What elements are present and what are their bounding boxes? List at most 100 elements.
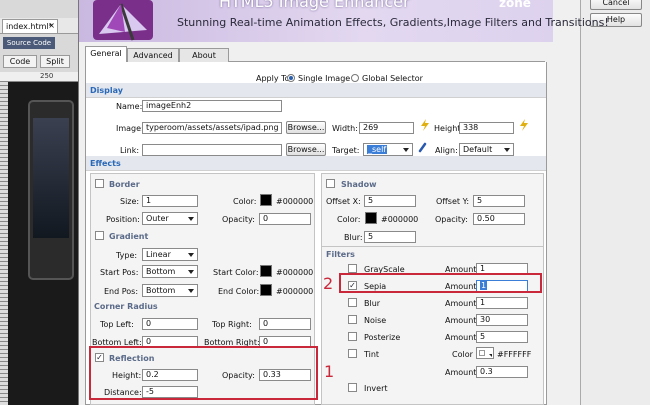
tint-amount-label: Amount xyxy=(445,368,477,377)
side-button-panel: Cancel Help xyxy=(580,0,650,405)
link-label: Link: xyxy=(120,146,140,155)
split-view-button[interactable]: Split xyxy=(40,55,70,68)
posterize-checkbox[interactable] xyxy=(348,332,357,341)
border-position-select[interactable]: Outer xyxy=(142,212,198,225)
gradient-type-select[interactable]: Linear xyxy=(142,248,198,261)
shadow-blur-label: Blur: xyxy=(344,233,363,242)
general-panel: Apply To Single Image Global Selector Di… xyxy=(85,62,547,405)
target-select[interactable]: _self xyxy=(363,143,413,156)
global-selector-label: Global Selector xyxy=(362,74,423,83)
shadow-opacity-input[interactable]: 0.50 xyxy=(473,213,525,225)
noise-amount-input[interactable]: 30 xyxy=(476,314,528,326)
start-color-value: #000000 xyxy=(276,268,314,277)
vertical-ruler xyxy=(0,82,8,405)
image-path-input[interactable]: typeroom/assets/assets/ipad.png xyxy=(142,122,282,134)
end-color-value: #000000 xyxy=(276,287,314,296)
align-label: Align: xyxy=(435,146,458,155)
invert-label: Invert xyxy=(364,384,388,393)
effects-header: Effects xyxy=(90,159,121,168)
invert-checkbox[interactable] xyxy=(348,383,357,392)
filters-title: Filters xyxy=(326,250,355,259)
shadow-blur-input[interactable]: 5 xyxy=(364,231,416,243)
start-pos-label: Start Pos: xyxy=(100,268,139,277)
tint-color-value: #FFFFFF xyxy=(497,350,532,359)
end-color-swatch[interactable] xyxy=(260,284,272,296)
offset-x-input[interactable]: 5 xyxy=(364,195,416,207)
blur-label: Blur xyxy=(364,299,381,308)
align-select[interactable]: Default xyxy=(459,143,514,156)
tint-checkbox[interactable] xyxy=(348,349,357,358)
shadow-color-swatch[interactable] xyxy=(365,212,377,224)
tint-label: Tint xyxy=(364,350,380,359)
lightning-icon[interactable] xyxy=(420,119,430,131)
link-input[interactable] xyxy=(142,144,282,156)
border-size-label: Size: xyxy=(120,197,140,206)
target-value: _self xyxy=(367,145,388,154)
end-pos-select[interactable]: Bottom xyxy=(142,284,198,297)
cancel-button[interactable]: Cancel xyxy=(590,0,642,10)
annotation-number-1: 1 xyxy=(324,362,335,381)
annotation-number-2: 2 xyxy=(323,274,334,293)
gradient-checkbox[interactable] xyxy=(95,231,104,240)
border-color-value: #000000 xyxy=(276,197,314,206)
tint-color-label: Color xyxy=(452,350,473,359)
tint-amount-input[interactable]: 0.3 xyxy=(476,366,528,378)
shadow-checkbox[interactable] xyxy=(326,179,335,188)
image-label: Image: xyxy=(116,124,144,133)
top-left-label: Top Left: xyxy=(100,320,134,329)
lightning-icon[interactable] xyxy=(519,119,529,131)
end-pos-label: End Pos: xyxy=(104,287,139,296)
offset-y-input[interactable]: 5 xyxy=(473,195,525,207)
end-color-label: End Color: xyxy=(218,287,260,296)
horizontal-ruler: 250 xyxy=(0,72,80,82)
display-header: Display xyxy=(90,86,123,95)
width-label: Width: xyxy=(332,124,358,133)
brand-logo: zone xyxy=(499,0,531,10)
source-code-button[interactable]: Source Code xyxy=(3,37,55,49)
grayscale-checkbox[interactable] xyxy=(348,264,357,273)
code-view-button[interactable]: Code xyxy=(3,55,37,68)
noise-checkbox[interactable] xyxy=(348,315,357,324)
tab-general[interactable]: General xyxy=(85,46,127,63)
ruler-mark: 250 xyxy=(40,72,54,80)
tab-advanced[interactable]: Advanced xyxy=(127,48,179,62)
blur-checkbox[interactable] xyxy=(348,298,357,307)
image-browse-button[interactable]: Browse... xyxy=(286,121,326,134)
name-input[interactable]: imageEnh2 xyxy=(142,100,282,112)
target-label: Target: xyxy=(332,146,360,155)
start-color-label: Start Color: xyxy=(213,268,259,277)
tab-bar: General Advanced About xyxy=(85,46,545,63)
start-pos-value: Bottom xyxy=(146,267,176,276)
posterize-label: Posterize xyxy=(364,333,401,342)
blur-amount-input[interactable]: 1 xyxy=(476,297,528,309)
banner-subtitle: Stunning Real-time Animation Effects, Gr… xyxy=(177,16,609,29)
shadow-color-value: #000000 xyxy=(381,215,419,224)
border-color-label: Color: xyxy=(233,197,257,206)
top-right-input[interactable]: 0 xyxy=(259,318,311,330)
height-input[interactable]: 338 xyxy=(459,122,514,134)
tint-color-picker[interactable] xyxy=(476,347,494,359)
filters-divider xyxy=(321,246,544,247)
umbrella-logo-icon xyxy=(93,0,153,41)
top-left-input[interactable]: 0 xyxy=(142,318,198,330)
align-value: Default xyxy=(463,145,493,154)
border-size-input[interactable]: 1 xyxy=(142,195,198,207)
global-selector-radio[interactable] xyxy=(351,74,359,82)
start-pos-select[interactable]: Bottom xyxy=(142,265,198,278)
single-image-label: Single Image xyxy=(298,74,351,83)
link-chain-icon[interactable] xyxy=(418,142,428,154)
background-editor: index.html* × Source Code Code Split 250 xyxy=(0,0,80,405)
noise-amount-label: Amount xyxy=(445,316,477,325)
tab-about[interactable]: About xyxy=(179,48,229,62)
single-image-radio[interactable] xyxy=(287,74,295,82)
start-color-swatch[interactable] xyxy=(260,265,272,277)
file-tab[interactable]: index.html* × xyxy=(2,19,58,33)
width-input[interactable]: 269 xyxy=(359,122,414,134)
border-opacity-input[interactable]: 0 xyxy=(259,213,311,225)
banner: HTML5 Image Enhancer Stunning Real-time … xyxy=(79,0,609,42)
border-color-swatch[interactable] xyxy=(260,194,272,206)
posterize-amount-input[interactable]: 5 xyxy=(476,331,528,343)
close-icon[interactable]: × xyxy=(48,21,55,30)
link-browse-button[interactable]: Browse... xyxy=(286,143,326,156)
border-checkbox[interactable] xyxy=(95,179,104,188)
